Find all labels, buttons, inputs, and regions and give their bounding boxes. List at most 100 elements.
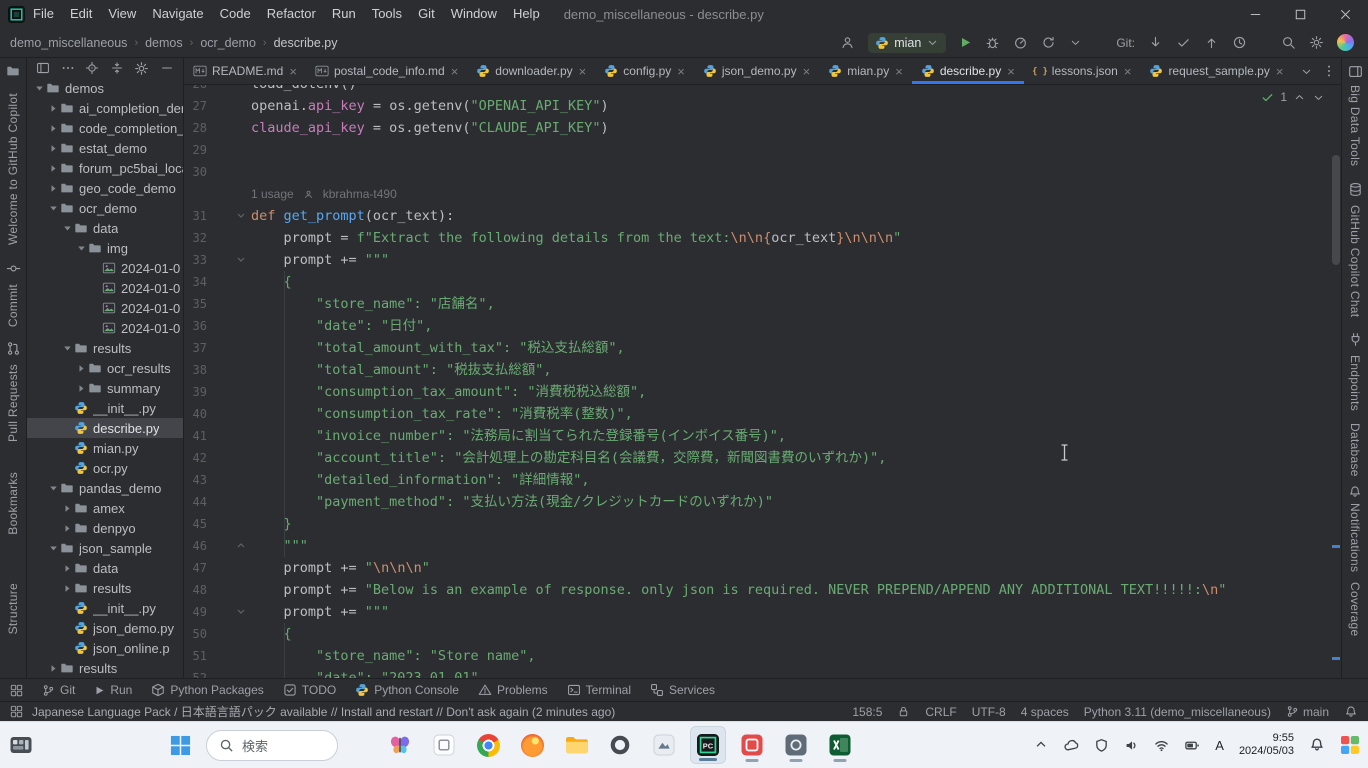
- tree-item-2024-01-0[interactable]: 2024-01-0: [27, 278, 183, 298]
- start-button[interactable]: [170, 735, 191, 756]
- tree-item-ai-completion-demo[interactable]: ai_completion_demo: [27, 98, 183, 118]
- account-avatar[interactable]: [1337, 34, 1354, 51]
- tool-windows-menu-icon[interactable]: [10, 684, 23, 697]
- tree-item-code-completion-de[interactable]: code_completion_de: [27, 118, 183, 138]
- tree-item-forum-pc5bai-local[interactable]: forum_pc5bai_local_: [27, 158, 183, 178]
- toolwindow-database-icon[interactable]: [1348, 182, 1363, 197]
- push-button[interactable]: [1204, 35, 1219, 50]
- gutter[interactable]: 42: [184, 447, 251, 469]
- author-hint[interactable]: kbrahma-t490: [323, 187, 397, 201]
- lock-icon[interactable]: [897, 705, 910, 718]
- git-branch[interactable]: main: [1286, 705, 1329, 719]
- debug-button[interactable]: [985, 35, 1000, 50]
- toolwindow-button-python-console[interactable]: Python Console: [355, 683, 459, 697]
- gutter[interactable]: 36: [184, 315, 251, 337]
- toolwindow-folder-icon[interactable]: [6, 64, 20, 78]
- tree-item-denpyo[interactable]: denpyo: [27, 518, 183, 538]
- tree-item-estat-demo[interactable]: estat_demo: [27, 138, 183, 158]
- chevron-down-icon[interactable]: [61, 344, 74, 353]
- tray-wifi-icon[interactable]: [1154, 738, 1169, 753]
- tab-lessons-json[interactable]: { }lessons.json×: [1024, 58, 1141, 84]
- taskbar-app-frame-app[interactable]: [426, 726, 462, 764]
- toolwindow-commit[interactable]: Commit: [6, 284, 20, 327]
- editor-scrollbar[interactable]: [1332, 155, 1340, 265]
- code-text[interactable]: claude_api_key = os.getenv("CLAUDE_API_K…: [251, 117, 609, 139]
- chevron-right-icon[interactable]: [61, 564, 74, 573]
- tab-describe-py[interactable]: describe.py×: [912, 58, 1024, 84]
- breadcrumb-item-ocr-demo[interactable]: ocr_demo: [200, 36, 256, 50]
- toolwindow-database[interactable]: Database: [1348, 423, 1362, 477]
- gutter[interactable]: 31: [184, 205, 251, 227]
- python-interpreter[interactable]: Python 3.11 (demo_miscellaneous): [1084, 705, 1271, 719]
- tree-item-json-sample[interactable]: json_sample: [27, 538, 183, 558]
- toolwindow-endpoints[interactable]: Endpoints: [1348, 355, 1362, 411]
- chevron-down-icon[interactable]: [47, 484, 60, 493]
- project-header-minus-icon[interactable]: [160, 61, 174, 75]
- code-text[interactable]: "total_amount": "税抜支払総額",: [251, 359, 551, 381]
- breadcrumb-item-demo-miscellaneous[interactable]: demo_miscellaneous: [10, 36, 127, 50]
- chevron-down-icon[interactable]: [61, 224, 74, 233]
- taskbar-app-pycharm[interactable]: PC: [690, 726, 726, 764]
- fold-down-icon[interactable]: [236, 211, 246, 220]
- gutter[interactable]: 26: [184, 85, 251, 95]
- tree-item-mian-py[interactable]: mian.py: [27, 438, 183, 458]
- toolwindow-button-git[interactable]: Git: [42, 683, 75, 697]
- tree-item-results[interactable]: results: [27, 658, 183, 678]
- project-header-panel-layout-icon[interactable]: [36, 61, 50, 75]
- tree-item-ocr-py[interactable]: ocr.py: [27, 458, 183, 478]
- taskbar-app-chrome[interactable]: [470, 726, 506, 764]
- tree-item-json-online-p[interactable]: json_online.p: [27, 638, 183, 658]
- project-header-target-icon[interactable]: [85, 61, 99, 75]
- tree-item-summary[interactable]: summary: [27, 378, 183, 398]
- code-text[interactable]: prompt = f"Extract the following details…: [251, 227, 901, 249]
- breadcrumb-item-describe-py[interactable]: describe.py: [274, 36, 338, 50]
- code-text[interactable]: "total_amount_with_tax": "税込支払総額",: [251, 337, 625, 359]
- tree-item-results[interactable]: results: [27, 338, 183, 358]
- chevron-down-icon[interactable]: [47, 544, 60, 553]
- chevron-right-icon[interactable]: [47, 124, 60, 133]
- indent-style[interactable]: 4 spaces: [1021, 705, 1069, 719]
- gutter[interactable]: 50: [184, 623, 251, 645]
- search-everywhere-button[interactable]: [1281, 35, 1296, 50]
- tree-item-amex[interactable]: amex: [27, 498, 183, 518]
- tab-close-icon[interactable]: ×: [677, 65, 685, 78]
- file-encoding[interactable]: UTF-8: [972, 705, 1006, 719]
- menu-file[interactable]: File: [25, 0, 62, 28]
- update-project-button[interactable]: [1148, 35, 1163, 50]
- chevron-right-icon[interactable]: [61, 524, 74, 533]
- menu-navigate[interactable]: Navigate: [144, 0, 211, 28]
- dont-ask-link[interactable]: Don't ask again: [446, 705, 528, 719]
- tab-close-icon[interactable]: ×: [1124, 65, 1132, 78]
- code-text[interactable]: "payment_method": "支払い方法(現金/クレジットカードのいずれ…: [251, 491, 773, 513]
- tree-item-pandas-demo[interactable]: pandas_demo: [27, 478, 183, 498]
- code-text[interactable]: prompt += """: [251, 601, 389, 623]
- fold-up-icon[interactable]: [236, 541, 246, 550]
- run-config-selector[interactable]: mian: [868, 33, 946, 53]
- tray-chevron-up-icon[interactable]: [1034, 738, 1048, 752]
- tray-battery-icon[interactable]: [1184, 738, 1200, 753]
- gutter[interactable]: 51: [184, 645, 251, 667]
- gutter[interactable]: 35: [184, 293, 251, 315]
- tab-postal-code-info-md[interactable]: postal_code_info.md×: [306, 58, 467, 84]
- toolwindow-button-run[interactable]: Run: [94, 683, 132, 697]
- usage-hint[interactable]: 1 usage: [251, 187, 294, 201]
- tab-options-icon[interactable]: [1322, 64, 1336, 78]
- tab-close-icon[interactable]: ×: [895, 65, 903, 78]
- tree-item-init-py[interactable]: __init__.py: [27, 398, 183, 418]
- toolwindow-endpoints-icon[interactable]: [1348, 332, 1363, 347]
- chevron-right-icon[interactable]: [47, 164, 60, 173]
- code-text[interactable]: "store_name": "Store name",: [251, 645, 535, 667]
- gutter[interactable]: 47: [184, 557, 251, 579]
- tab-close-icon[interactable]: ×: [451, 65, 459, 78]
- menu-help[interactable]: Help: [505, 0, 548, 28]
- chevron-right-icon[interactable]: [47, 144, 60, 153]
- gutter[interactable]: 38: [184, 359, 251, 381]
- gutter[interactable]: 40: [184, 403, 251, 425]
- next-problem-icon[interactable]: [1312, 91, 1325, 104]
- gutter[interactable]: 39: [184, 381, 251, 403]
- code-text[interactable]: "consumption_tax_amount": "消費税税込総額",: [251, 381, 646, 403]
- tray-cloud-icon[interactable]: [1063, 738, 1079, 753]
- gutter[interactable]: 29: [184, 139, 251, 161]
- gutter[interactable]: 46: [184, 535, 251, 557]
- toolwindow-bookmarks[interactable]: Bookmarks: [6, 472, 20, 535]
